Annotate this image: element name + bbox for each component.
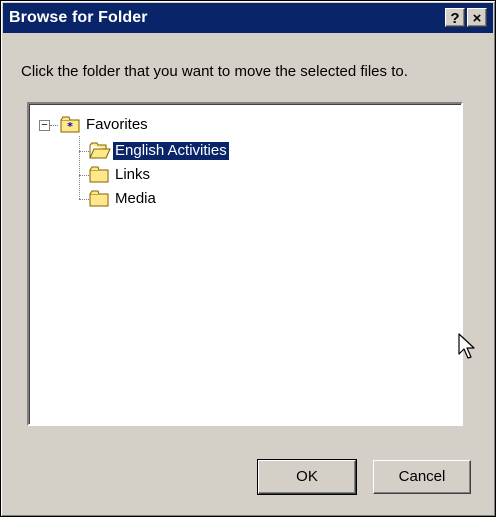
title-bar[interactable]: Browse for Folder ? × [3,3,493,33]
favorites-folder-icon: * [60,116,80,133]
folder-tree[interactable]: − * Favorites English Activities Links M… [27,102,463,426]
svg-text:*: * [67,120,73,133]
mouse-cursor-icon [458,333,475,359]
tree-connector [79,136,80,199]
tree-connector [79,199,89,200]
browse-for-folder-dialog: Browse for Folder ? × Click the folder t… [0,0,496,517]
collapse-expander[interactable]: − [39,120,50,131]
folder-icon [89,190,109,207]
tree-connector [50,125,58,126]
instruction-text: Click the folder that you want to move t… [21,63,408,80]
tree-item-label: Links [115,166,151,183]
tree-connector [79,151,89,152]
window-title: Browse for Folder [9,9,148,26]
open-folder-icon [89,142,111,159]
help-button[interactable]: ? [445,8,465,27]
folder-icon [89,166,109,183]
ok-button[interactable]: OK [257,459,357,495]
cancel-button[interactable]: Cancel [373,460,471,494]
close-button[interactable]: × [467,8,487,27]
tree-item-label: Favorites [86,116,148,133]
tree-connector [79,175,89,176]
tree-item-label: Media [115,190,156,207]
tree-item-label: English Activities [113,142,229,160]
